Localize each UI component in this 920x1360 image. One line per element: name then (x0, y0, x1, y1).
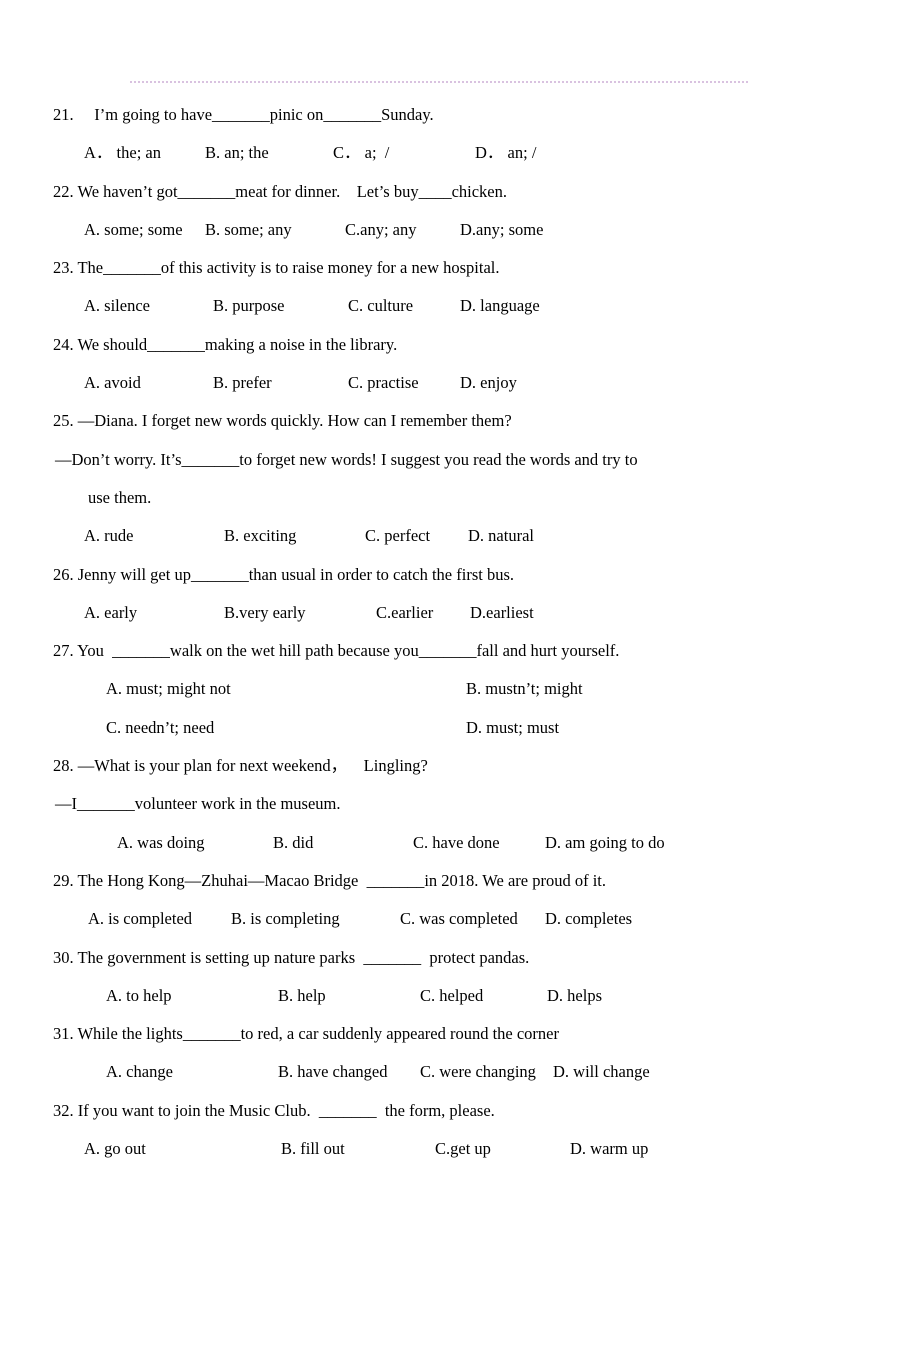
question-23-option-c[interactable]: C. culture (348, 287, 413, 325)
question-22-option-a[interactable]: A. some; some (84, 211, 183, 249)
question-27-options-row-1: A. must; might not B. mustn’t; might (0, 670, 920, 708)
question-27-option-b[interactable]: B. mustn’t; might (466, 670, 583, 708)
question-21-option-b[interactable]: B. an; the (205, 134, 269, 172)
question-25-option-d[interactable]: D. natural (468, 517, 534, 555)
question-32: 32. If you want to join the Music Club. … (0, 1092, 920, 1169)
question-29-option-b[interactable]: B. is completing (231, 900, 340, 938)
question-25-stem-line-2: —Don’t worry. It’s_______to forget new w… (55, 449, 638, 469)
question-24-stem: 24. We should_______making a noise in th… (53, 334, 398, 354)
question-32-option-a[interactable]: A. go out (84, 1130, 146, 1168)
question-28-option-c[interactable]: C. have done (413, 824, 500, 862)
question-28-stem-line-1: 28. —What is your plan for next weekend，… (53, 756, 428, 776)
question-30-options: A. to help B. help C. helped D. helps (0, 977, 920, 1015)
question-23: 23. The_______of this activity is to rai… (0, 249, 920, 326)
question-28-stem-line-2: —I_______volunteer work in the museum. (55, 794, 341, 814)
question-32-option-b[interactable]: B. fill out (281, 1130, 345, 1168)
question-27-options-row-2: C. needn’t; need D. must; must (0, 709, 920, 747)
question-31-options: A. change B. have changed C. were changi… (0, 1053, 920, 1091)
question-23-option-d[interactable]: D. language (460, 287, 540, 325)
question-27-option-c[interactable]: C. needn’t; need (106, 709, 214, 747)
question-32-option-d[interactable]: D. warm up (570, 1130, 648, 1168)
question-21-options: A． the; an B. an; the C． a; / D． an; / (0, 134, 920, 172)
question-27-option-d[interactable]: D. must; must (466, 709, 559, 747)
question-29: 29. The Hong Kong—Zhuhai—Macao Bridge __… (0, 862, 920, 939)
question-24-options: A. avoid B. prefer C. practise D. enjoy (0, 364, 920, 402)
question-24: 24. We should_______making a noise in th… (0, 326, 920, 403)
question-28-option-a[interactable]: A. was doing (117, 824, 205, 862)
question-30: 30. The government is setting up nature … (0, 939, 920, 1016)
question-27-option-a[interactable]: A. must; might not (106, 670, 231, 708)
question-23-stem: 23. The_______of this activity is to rai… (53, 258, 500, 278)
question-25-stem-line-1: 25. —Diana. I forget new words quickly. … (53, 411, 512, 431)
question-26-option-c[interactable]: C.earlier (376, 594, 433, 632)
question-29-options: A. is completed B. is completing C. was … (0, 900, 920, 938)
question-22-options: A. some; some B. some; any C.any; any D.… (0, 211, 920, 249)
question-23-options: A. silence B. purpose C. culture D. lang… (0, 287, 920, 325)
question-29-option-c[interactable]: C. was completed (400, 900, 518, 938)
question-22-option-d[interactable]: D.any; some (460, 211, 543, 249)
question-29-option-a[interactable]: A. is completed (88, 900, 192, 938)
question-32-options: A. go out B. fill out C.get up D. warm u… (0, 1130, 920, 1168)
question-27-stem: 27. You _______walk on the wet hill path… (53, 641, 620, 661)
question-21: 21. I’m going to have_______pinic on____… (0, 96, 920, 173)
question-25-option-b[interactable]: B. exciting (224, 517, 296, 555)
question-32-stem: 32. If you want to join the Music Club. … (53, 1100, 495, 1120)
question-23-option-b[interactable]: B. purpose (213, 287, 285, 325)
question-21-option-a[interactable]: A． the; an (84, 134, 161, 172)
question-32-option-c[interactable]: C.get up (435, 1130, 491, 1168)
question-28-options: A. was doing B. did C. have done D. am g… (0, 824, 920, 862)
question-30-option-c[interactable]: C. helped (420, 977, 483, 1015)
question-25-options: A. rude B. exciting C. perfect D. natura… (0, 517, 920, 555)
question-26-options: A. early B.very early C.earlier D.earlie… (0, 594, 920, 632)
question-23-option-a[interactable]: A. silence (84, 287, 150, 325)
question-25-stem-line-3: use them. (88, 487, 152, 507)
questions-container: 21. I’m going to have_______pinic on____… (0, 96, 920, 1168)
question-28: 28. —What is your plan for next weekend，… (0, 747, 920, 862)
question-22-option-c[interactable]: C.any; any (345, 211, 417, 249)
question-31: 31. While the lights_______to red, a car… (0, 1015, 920, 1092)
question-30-stem: 30. The government is setting up nature … (53, 947, 530, 967)
question-31-option-d[interactable]: D. will change (553, 1053, 650, 1091)
header-divider (130, 81, 748, 85)
question-29-option-d[interactable]: D. completes (545, 900, 632, 938)
question-22: 22. We haven’t got_______meat for dinner… (0, 173, 920, 250)
question-24-option-a[interactable]: A. avoid (84, 364, 141, 402)
question-26-option-a[interactable]: A. early (84, 594, 137, 632)
question-22-stem: 22. We haven’t got_______meat for dinner… (53, 181, 508, 201)
question-21-option-d[interactable]: D． an; / (475, 134, 536, 172)
question-30-option-d[interactable]: D. helps (547, 977, 602, 1015)
question-28-option-b[interactable]: B. did (273, 824, 313, 862)
question-26-stem: 26. Jenny will get up_______than usual i… (53, 564, 515, 584)
question-31-option-c[interactable]: C. were changing (420, 1053, 536, 1091)
question-26-option-d[interactable]: D.earliest (470, 594, 534, 632)
question-30-option-b[interactable]: B. help (278, 977, 326, 1015)
question-21-stem: 21. I’m going to have_______pinic on____… (53, 105, 434, 124)
question-26: 26. Jenny will get up_______than usual i… (0, 556, 920, 633)
question-31-stem: 31. While the lights_______to red, a car… (53, 1024, 559, 1044)
question-22-option-b[interactable]: B. some; any (205, 211, 292, 249)
worksheet-page: 21. I’m going to have_______pinic on____… (0, 0, 920, 1302)
question-25: 25. —Diana. I forget new words quickly. … (0, 402, 920, 555)
question-30-option-a[interactable]: A. to help (106, 977, 172, 1015)
question-28-option-d[interactable]: D. am going to do (545, 824, 665, 862)
question-25-option-c[interactable]: C. perfect (365, 517, 430, 555)
question-21-option-c[interactable]: C． a; / (333, 134, 389, 172)
question-27: 27. You _______walk on the wet hill path… (0, 632, 920, 747)
question-24-option-b[interactable]: B. prefer (213, 364, 272, 402)
question-31-option-b[interactable]: B. have changed (278, 1053, 388, 1091)
question-31-option-a[interactable]: A. change (106, 1053, 173, 1091)
question-25-option-a[interactable]: A. rude (84, 517, 133, 555)
question-26-option-b[interactable]: B.very early (224, 594, 306, 632)
question-24-option-d[interactable]: D. enjoy (460, 364, 517, 402)
question-24-option-c[interactable]: C. practise (348, 364, 419, 402)
question-29-stem: 29. The Hong Kong—Zhuhai—Macao Bridge __… (53, 870, 607, 890)
